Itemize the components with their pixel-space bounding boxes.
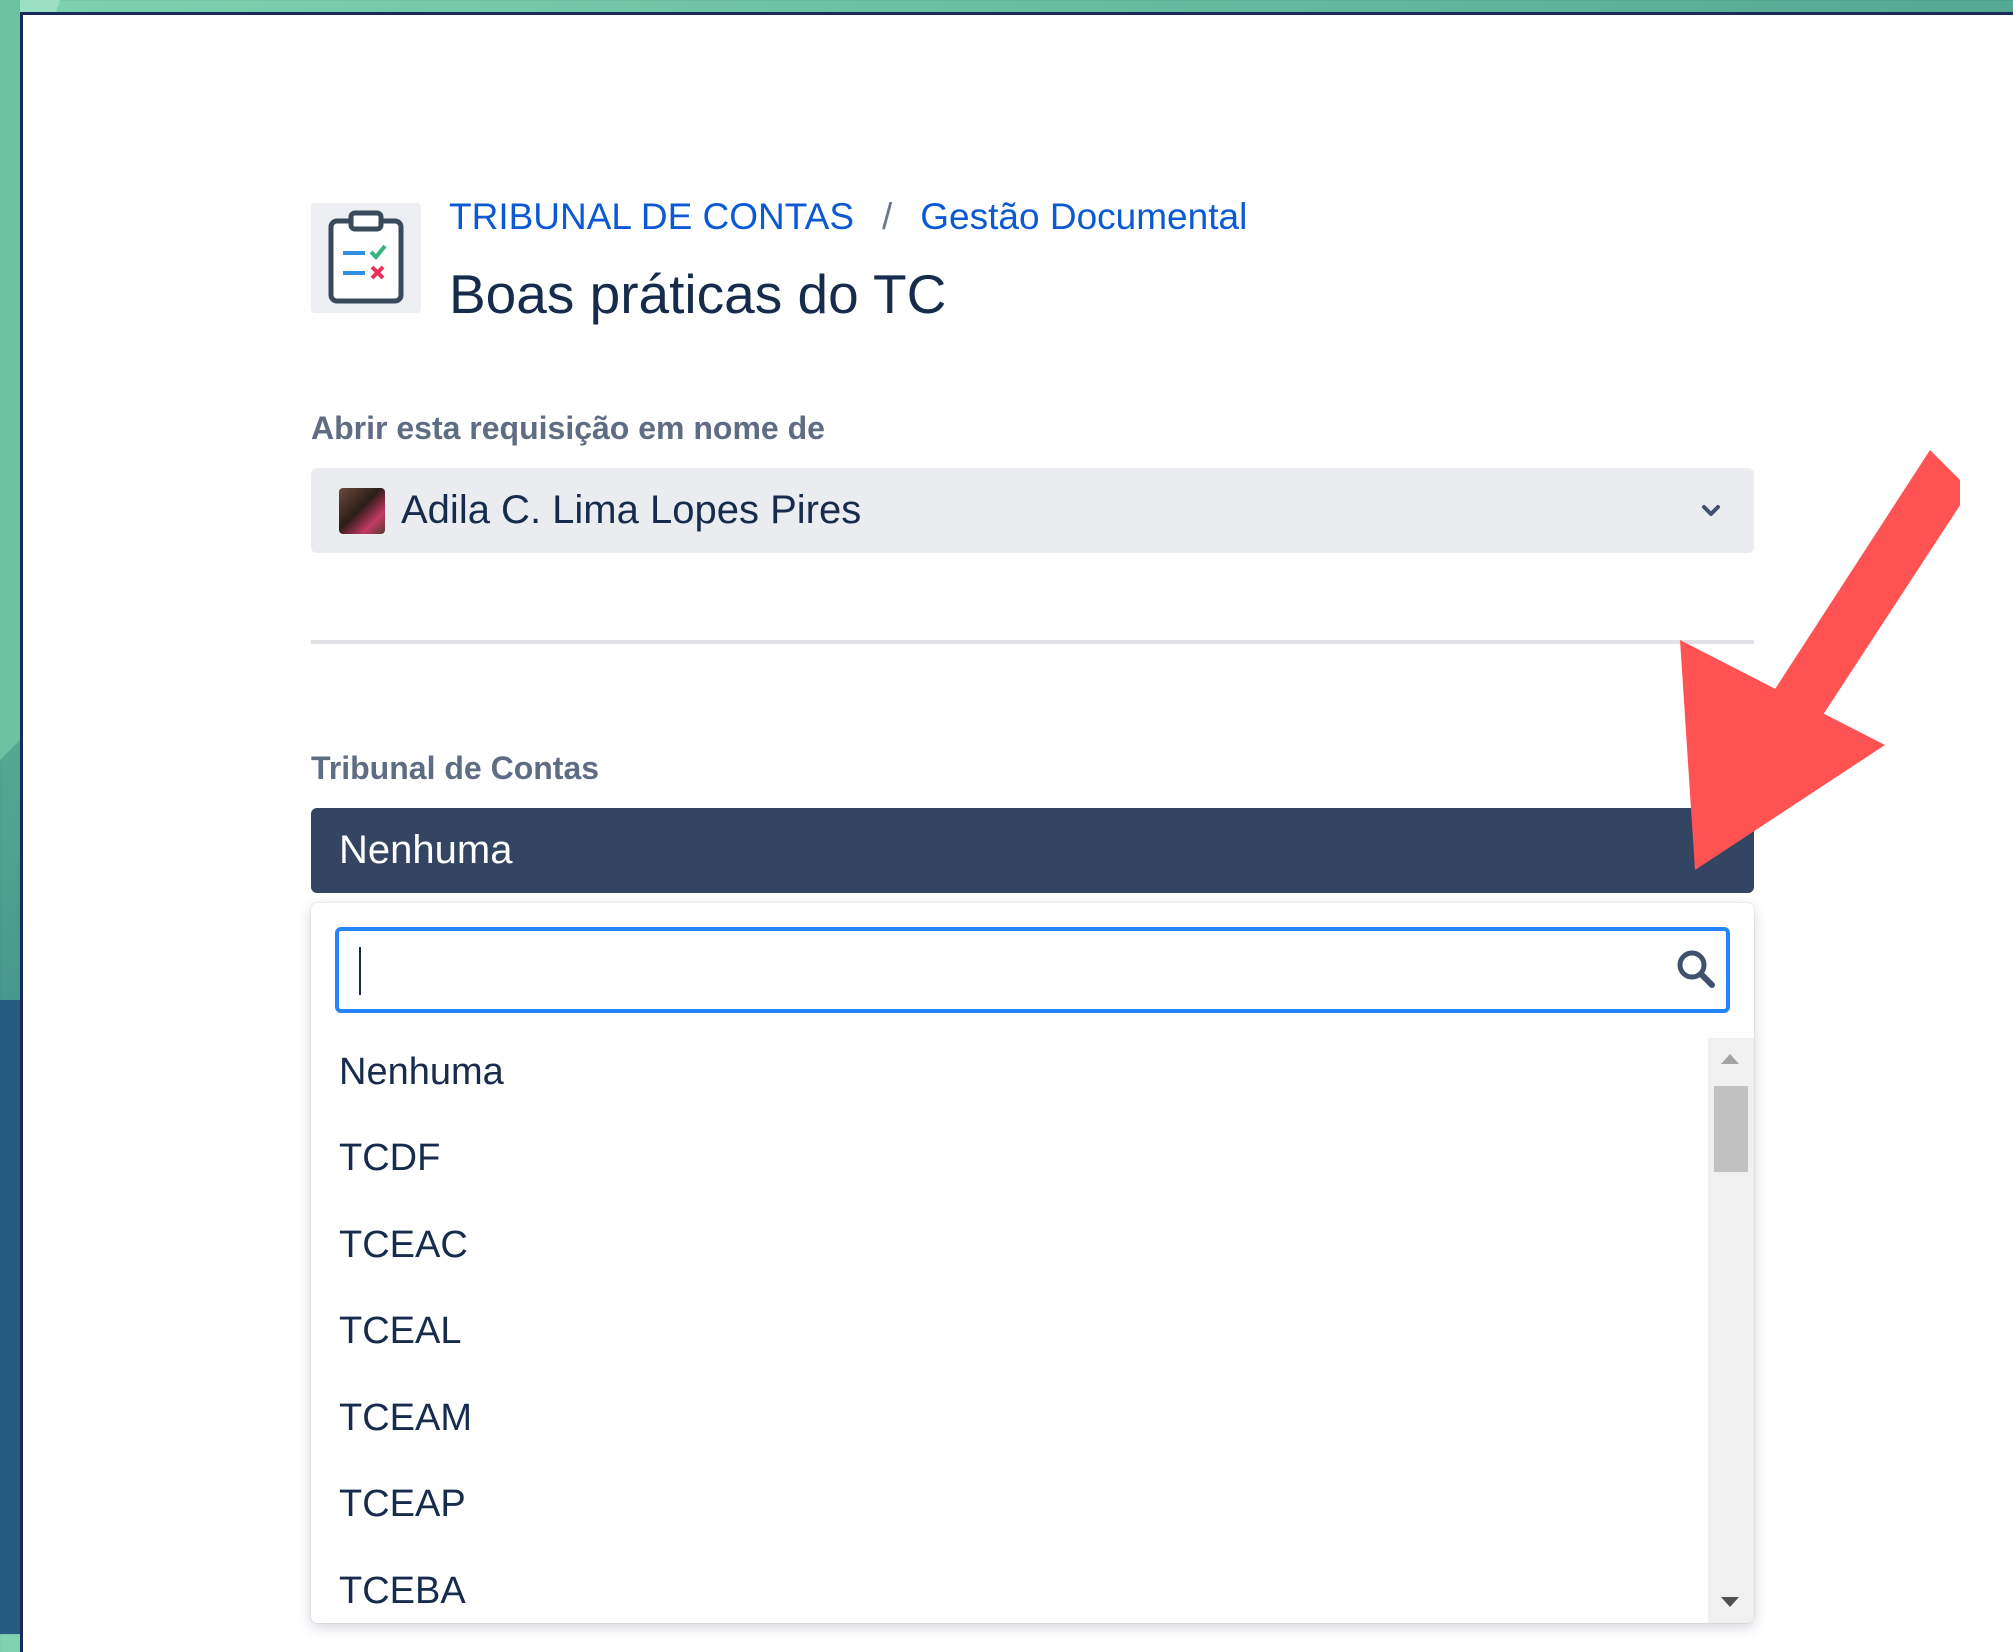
tribunal-select[interactable]: Nenhuma	[311, 808, 1754, 893]
option-list: Nenhuma TCDF TCEAC TCEAL TCEAM TCEAP TCE…	[311, 1029, 1706, 1623]
option-item[interactable]: TCEAP	[311, 1462, 1706, 1549]
annotation-arrow-icon	[1680, 450, 1960, 870]
scroll-down-arrow-icon[interactable]	[1721, 1597, 1739, 1607]
text-caret	[359, 947, 361, 995]
tribunal-value: Nenhuma	[339, 828, 513, 872]
dropdown-search-input[interactable]	[335, 927, 1730, 1013]
breadcrumb-link-tribunal[interactable]: TRIBUNAL DE CONTAS	[449, 196, 854, 238]
requester-value: Adila C. Lima Lopes Pires	[401, 488, 862, 532]
breadcrumb: TRIBUNAL DE CONTAS / Gestão Documental	[449, 196, 1247, 238]
requester-select[interactable]: Adila C. Lima Lopes Pires	[311, 468, 1754, 553]
requester-label: Abrir esta requisição em nome de	[311, 410, 825, 446]
option-item[interactable]: TCEAM	[311, 1375, 1706, 1462]
option-item[interactable]: TCEAC	[311, 1202, 1706, 1289]
page-title: Boas práticas do TC	[449, 263, 947, 325]
search-icon[interactable]	[1674, 947, 1718, 991]
tribunal-dropdown-menu: Nenhuma TCDF TCEAC TCEAL TCEAM TCEAP TCE…	[311, 903, 1754, 1623]
option-item[interactable]: TCDF	[311, 1116, 1706, 1203]
tribunal-label: Tribunal de Contas	[311, 750, 600, 786]
scroll-thumb[interactable]	[1714, 1086, 1748, 1172]
option-item[interactable]: TCEAL	[311, 1289, 1706, 1376]
avatar	[339, 487, 385, 534]
section-divider	[311, 640, 1754, 644]
option-item[interactable]: TCEBA	[311, 1548, 1706, 1623]
clipboard-checklist-icon	[311, 203, 421, 313]
breadcrumb-separator: /	[882, 196, 893, 237]
option-item[interactable]: Nenhuma	[311, 1029, 1706, 1116]
scroll-up-arrow-icon[interactable]	[1721, 1054, 1739, 1064]
dropdown-scrollbar[interactable]	[1708, 1038, 1754, 1623]
breadcrumb-link-gestao[interactable]: Gestão Documental	[920, 196, 1247, 238]
